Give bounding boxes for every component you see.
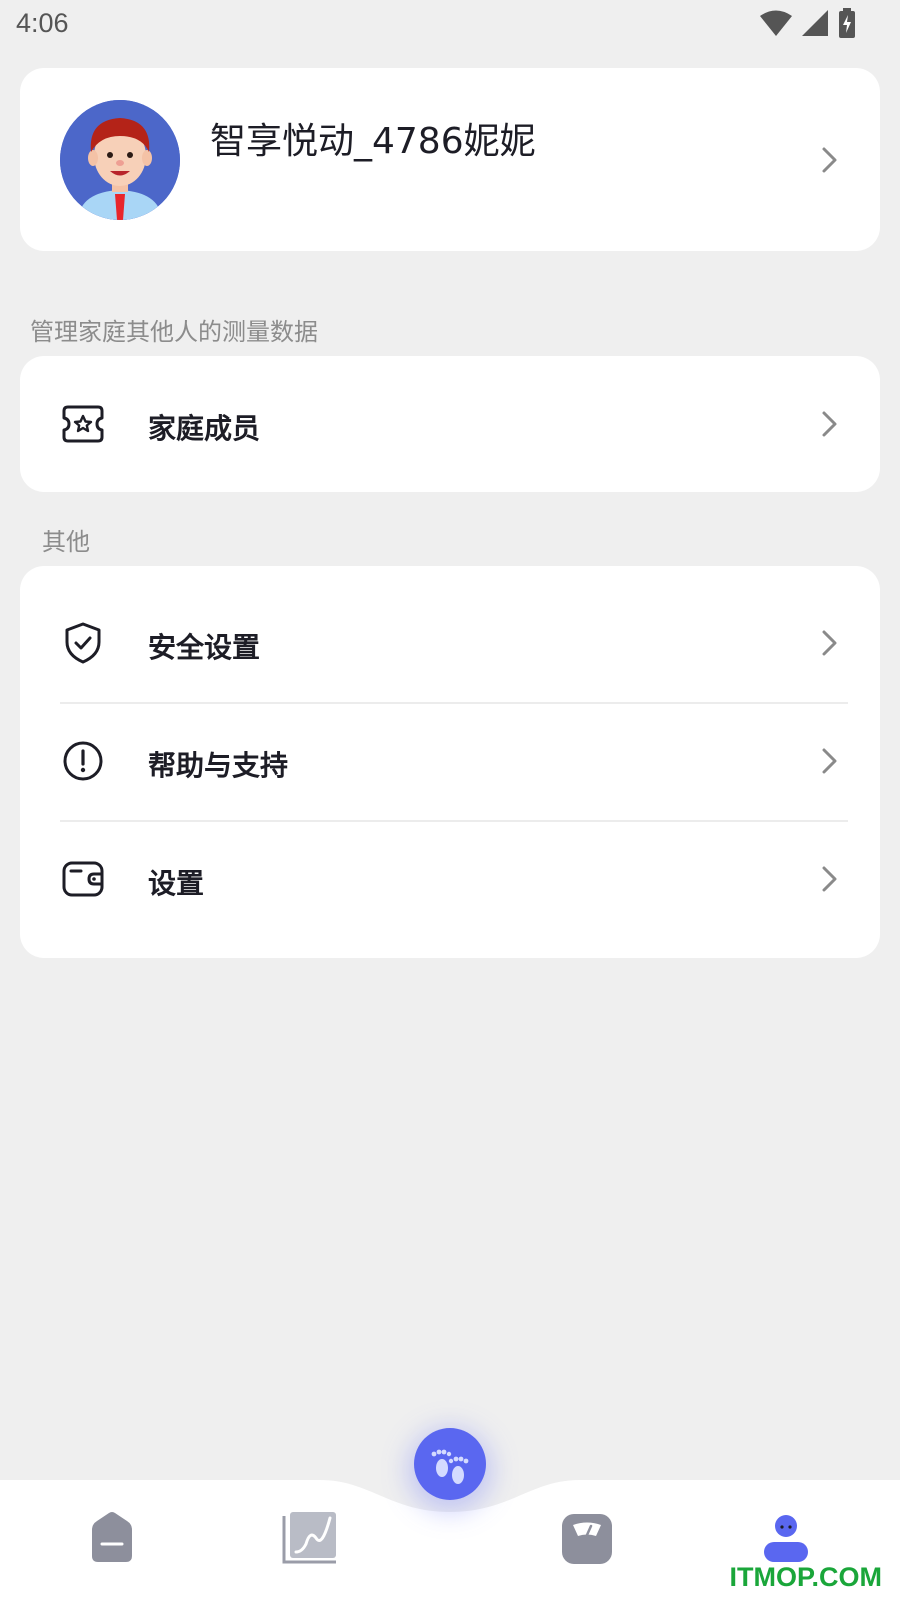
chevron-right-icon — [822, 630, 837, 656]
settings-label: 设置 — [148, 867, 205, 900]
chevron-right-icon — [822, 411, 837, 437]
tab-scale[interactable] — [554, 1508, 618, 1572]
center-footprints-button[interactable] — [414, 1428, 486, 1500]
wallet-icon — [62, 861, 104, 897]
info-circle-icon — [63, 741, 103, 781]
tab-home[interactable] — [80, 1508, 144, 1572]
family-members-card[interactable]: 家庭成员 — [20, 356, 880, 492]
signal-icon — [802, 10, 828, 36]
status-time: 4:06 — [16, 8, 69, 38]
help-support-label: 帮助与支持 — [148, 749, 289, 782]
wifi-icon — [760, 10, 792, 36]
chevron-right-icon — [822, 866, 837, 892]
help-support-row[interactable]: 帮助与支持 — [20, 702, 880, 820]
profile-card[interactable]: 智享悦动_4786妮妮 — [20, 68, 880, 251]
family-section-caption: 管理家庭其他人的测量数据 — [30, 318, 318, 346]
other-section-caption: 其他 — [42, 528, 90, 556]
chevron-right-icon — [822, 748, 837, 774]
profile-name: 智享悦动_4786妮妮 — [210, 121, 536, 162]
chart-icon — [282, 1512, 336, 1564]
scale-icon — [562, 1514, 612, 1564]
footprints-icon — [431, 1449, 469, 1484]
battery-charging-icon — [839, 8, 855, 38]
home-icon — [92, 1512, 132, 1562]
settings-row[interactable]: 设置 — [20, 820, 880, 938]
other-card: 安全设置 帮助与支持 设置 — [20, 566, 880, 958]
family-members-label: 家庭成员 — [148, 412, 261, 445]
watermark: ITMOP.COM — [729, 1562, 882, 1592]
security-settings-label: 安全设置 — [148, 631, 261, 664]
family-ticket-icon — [62, 405, 104, 443]
status-bar: 4:06 — [0, 0, 900, 50]
avatar[interactable] — [60, 100, 180, 220]
status-icons — [760, 6, 856, 40]
security-settings-row[interactable]: 安全设置 — [20, 584, 880, 702]
shield-check-icon — [65, 622, 101, 664]
family-members-row[interactable]: 家庭成员 — [20, 365, 880, 483]
chevron-right-icon — [822, 147, 837, 173]
tab-chart[interactable] — [280, 1508, 344, 1572]
